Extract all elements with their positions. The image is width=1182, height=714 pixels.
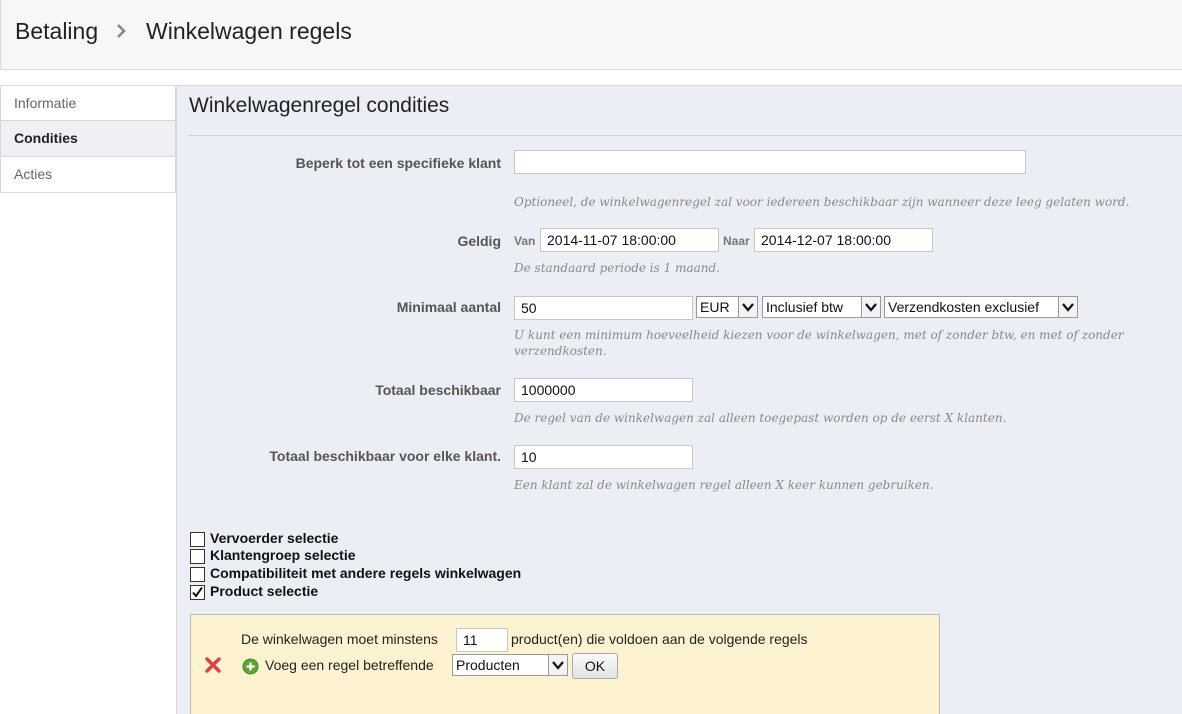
conditions-panel: Winkelwagenregel condities Beperk tot ee… <box>176 85 1182 714</box>
rule-quantity-input[interactable]: 11 <box>456 628 508 652</box>
total-input[interactable]: 1000000 <box>514 378 693 402</box>
customer-group-label: Klantengroep selectie <box>210 547 356 563</box>
checkmark-icon <box>192 586 203 598</box>
minimum-amount-input[interactable]: 50 <box>514 296 693 320</box>
breadcrumb-parent[interactable]: Betaling <box>15 18 98 45</box>
valid-from-label: Van <box>514 234 536 248</box>
rule-type-select-value: Producten <box>456 657 520 673</box>
compatibility-label: Compatibiliteit met andere regels winkel… <box>210 565 522 581</box>
valid-hint: De standaard periode is 1 maand. <box>514 261 720 275</box>
carrier-selection-checkbox[interactable] <box>190 532 205 547</box>
chevron-right-icon <box>117 24 126 38</box>
per-customer-hint: Een klant zal de winkelwagen regel allee… <box>514 478 934 492</box>
product-selection-label: Product selectie <box>210 583 319 599</box>
rule-text-before: De winkelwagen moet minstens <box>241 631 438 647</box>
breadcrumb-bar: Betaling Winkelwagen regels <box>0 0 1182 70</box>
dropdown-arrow-icon <box>738 297 757 317</box>
customer-label: Beperk tot een specifieke klant <box>295 155 501 171</box>
delete-x-icon[interactable] <box>205 657 221 673</box>
tax-select-value: Inclusief btw <box>766 299 844 315</box>
valid-to-input[interactable]: 2014-12-07 18:00:00 <box>754 228 933 252</box>
currency-select[interactable]: EUR <box>696 296 758 318</box>
dropdown-arrow-icon <box>1058 297 1077 317</box>
customer-input[interactable] <box>514 150 1026 174</box>
tax-select[interactable]: Inclusief btw <box>762 296 881 318</box>
dropdown-arrow-icon <box>861 297 880 317</box>
divider <box>189 135 1182 136</box>
page-title: Winkelwagen regels <box>146 18 352 44</box>
product-selection-checkbox[interactable] <box>190 585 205 600</box>
add-rule-label: Voeg een regel betreffende <box>265 657 434 673</box>
panel-title: Winkelwagenregel condities <box>189 94 450 117</box>
rule-text-after: product(en) die voldoen aan de volgende … <box>511 631 808 647</box>
carrier-selection-label: Vervoerder selectie <box>210 530 339 546</box>
tab-informatie[interactable]: Informatie <box>0 85 176 121</box>
total-hint: De regel van de winkelwagen zal alleen t… <box>514 411 1007 425</box>
valid-label: Geldig <box>457 233 501 249</box>
tab-acties[interactable]: Acties <box>0 157 176 193</box>
minimum-label: Minimaal aantal <box>396 299 501 315</box>
ok-button[interactable]: OK <box>572 653 618 679</box>
valid-from-input[interactable]: 2014-11-07 18:00:00 <box>540 228 719 252</box>
side-tabs: Informatie Condities Acties <box>0 85 176 193</box>
total-label: Totaal beschikbaar <box>375 382 501 398</box>
customer-hint: Optioneel, de winkelwagenregel zal voor … <box>514 195 1130 209</box>
product-rule-box: De winkelwagen moet minstens 11 product(… <box>190 614 940 714</box>
shipping-select[interactable]: Verzendkosten exclusief <box>884 296 1078 318</box>
per-customer-input[interactable]: 10 <box>514 445 693 469</box>
valid-to-label: Naar <box>723 234 750 248</box>
customer-group-checkbox[interactable] <box>190 549 205 564</box>
shipping-select-value: Verzendkosten exclusief <box>888 299 1039 315</box>
tab-condities[interactable]: Condities <box>0 121 176 157</box>
add-plus-icon[interactable] <box>242 658 259 675</box>
minimum-hint: U kunt een minimum hoeveelheid kiezen vo… <box>514 328 1124 358</box>
dropdown-arrow-icon <box>548 655 567 675</box>
rule-type-select[interactable]: Producten <box>452 654 568 676</box>
per-customer-label: Totaal beschikbaar voor elke klant. <box>269 448 501 464</box>
currency-select-value: EUR <box>700 299 730 315</box>
compatibility-checkbox[interactable] <box>190 567 205 582</box>
